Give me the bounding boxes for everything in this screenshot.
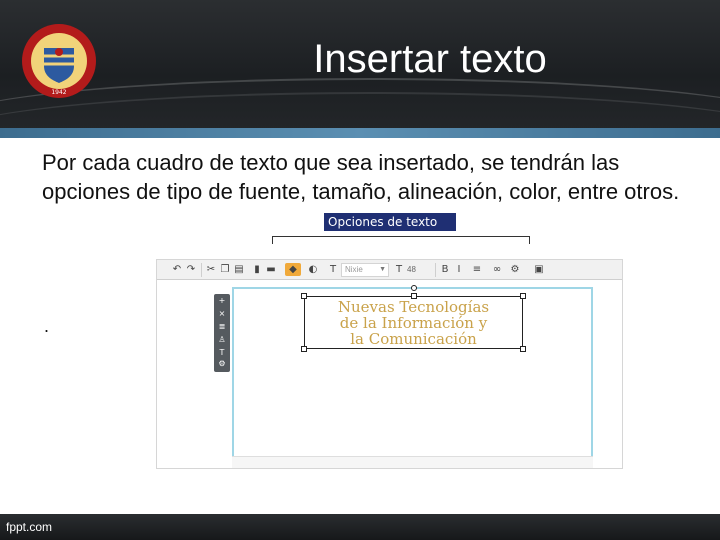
editor-screenshot: ↶ ↷ ✂ ❐ ▤ ▮ ▬ ◆ ◐ T Nixie ▼ T 48 B I ≡ ∞… bbox=[156, 259, 623, 469]
font-size-select[interactable]: 48 bbox=[407, 263, 429, 277]
layer-icon[interactable]: ▣ bbox=[533, 263, 545, 276]
link-icon[interactable]: ∞ bbox=[491, 263, 503, 276]
chevron-down-icon: ▼ bbox=[379, 266, 386, 273]
text-icon[interactable]: T bbox=[327, 263, 339, 276]
text-toolbar: ↶ ↷ ✂ ❐ ▤ ▮ ▬ ◆ ◐ T Nixie ▼ T 48 B I ≡ ∞… bbox=[157, 260, 622, 280]
add-icon[interactable]: + bbox=[214, 294, 230, 307]
slide-title: Insertar texto bbox=[313, 37, 547, 81]
resize-handle[interactable] bbox=[520, 293, 526, 299]
lock-icon[interactable]: ▮ bbox=[251, 263, 263, 276]
border-icon[interactable]: ◐ bbox=[307, 263, 319, 276]
redo-icon[interactable]: ↷ bbox=[185, 263, 197, 276]
svg-text:1942: 1942 bbox=[51, 89, 66, 96]
font-family-select[interactable]: Nixie ▼ bbox=[341, 263, 389, 277]
toolbar-separator bbox=[435, 263, 436, 277]
rotate-handle[interactable] bbox=[411, 285, 417, 291]
text-box-content: Nuevas Tecnologías de la Información y l… bbox=[307, 299, 520, 347]
undo-icon[interactable]: ↶ bbox=[171, 263, 183, 276]
footer-site: fppt.com bbox=[6, 520, 53, 534]
align-icon[interactable]: ≡ bbox=[471, 263, 483, 276]
text-options-callout: Opciones de texto bbox=[324, 213, 456, 231]
close-icon[interactable]: × bbox=[214, 307, 230, 320]
slide-body-text: Por cada cuadro de texto que sea inserta… bbox=[42, 150, 680, 204]
bullet-dot: . bbox=[44, 316, 50, 336]
person-icon[interactable]: ♙ bbox=[214, 333, 230, 346]
toolbar-separator bbox=[201, 263, 202, 277]
text-box-line: Nuevas Tecnologías bbox=[337, 298, 490, 316]
resize-handle[interactable] bbox=[520, 346, 526, 352]
slide-footer: fppt.com bbox=[0, 514, 720, 540]
canvas-bottom-bar bbox=[232, 456, 593, 468]
paste-icon[interactable]: ▤ bbox=[233, 263, 245, 276]
university-seal-icon: 1942 bbox=[20, 22, 98, 100]
selected-text-box[interactable]: Nuevas Tecnologías de la Información y l… bbox=[301, 285, 526, 352]
copy-icon[interactable]: ❐ bbox=[219, 263, 231, 276]
font-family-value: Nixie bbox=[345, 265, 363, 274]
more-icon[interactable]: ⚙ bbox=[509, 263, 521, 276]
callout-bracket bbox=[272, 236, 530, 244]
slide-header: 1942 Insertar texto bbox=[0, 0, 720, 138]
text-box-line: de la Información y bbox=[339, 314, 488, 332]
cut-icon[interactable]: ✂ bbox=[205, 263, 217, 276]
gear-icon[interactable]: ⚙ bbox=[214, 357, 230, 371]
italic-icon[interactable]: I bbox=[453, 263, 465, 276]
delete-icon[interactable]: ▬ bbox=[265, 263, 277, 276]
list-icon[interactable]: ≣ bbox=[214, 320, 230, 333]
header-accent-strip bbox=[0, 128, 720, 138]
fill-color-icon[interactable]: ◆ bbox=[285, 263, 301, 276]
font-size-icon[interactable]: T bbox=[393, 263, 405, 276]
text-box-line: la Comunicación bbox=[350, 330, 477, 348]
bold-icon[interactable]: B bbox=[439, 263, 451, 276]
